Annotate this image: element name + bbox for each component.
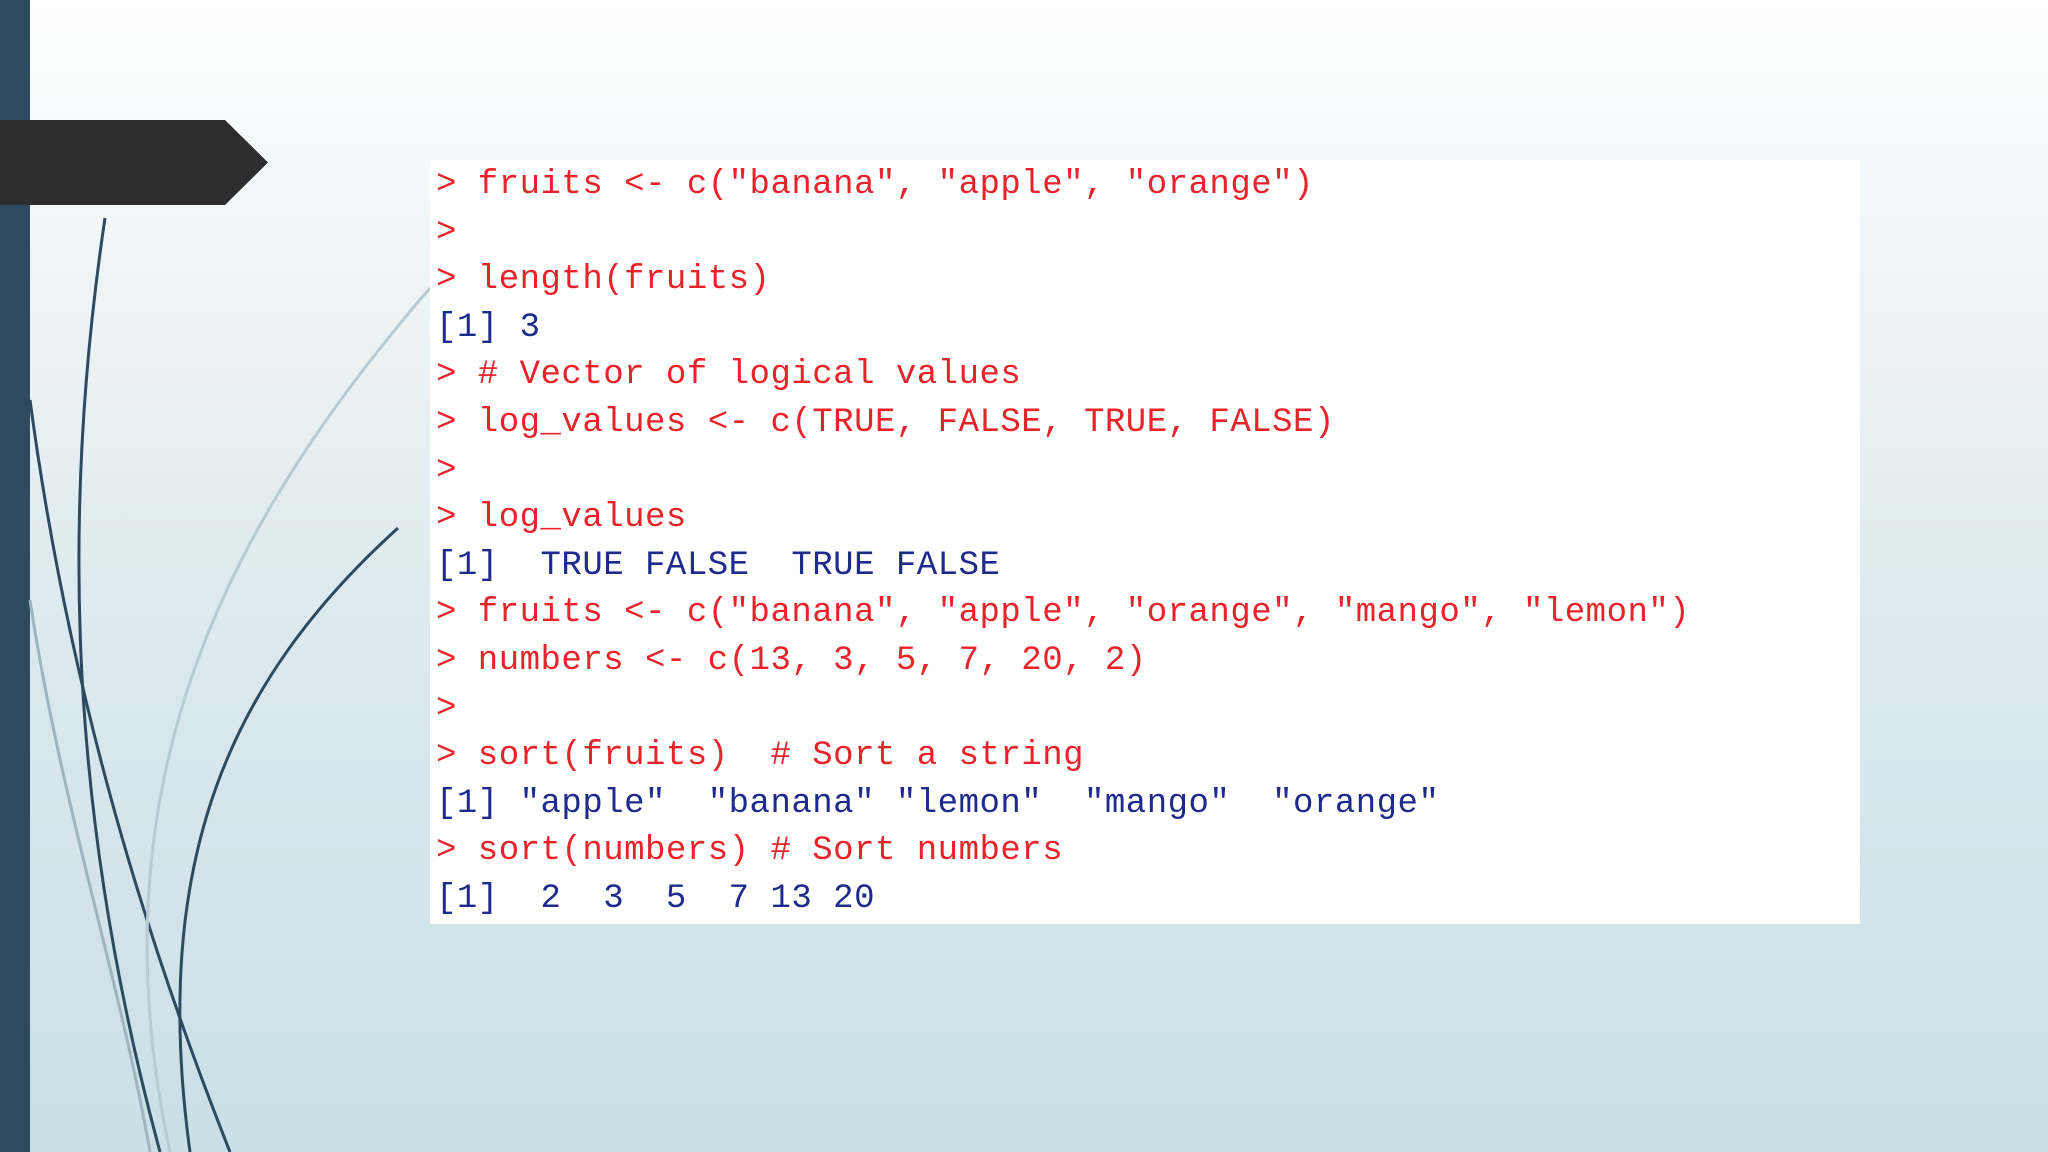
console-input-line: > length(fruits) [436,261,771,300]
console-input-line: > sort(fruits) # Sort a string [436,737,1085,776]
console-input-line: > log_values [436,499,687,538]
console-input-line: > [436,213,457,252]
console-input-line: > log_values <- c(TRUE, FALSE, TRUE, FAL… [436,403,1335,442]
arrow-tab-shape [0,120,268,205]
r-console-output: > fruits <- c("banana", "apple", "orange… [430,160,1860,924]
console-output-line: [1] "apple" "banana" "lemon" "mango" "or… [436,784,1440,823]
console-output-line: [1] 3 [436,308,541,347]
console-output-line: [1] 2 3 5 7 13 20 [436,879,875,918]
console-output-line: [1] TRUE FALSE TRUE FALSE [436,546,1001,585]
console-input-line: > # Vector of logical values [436,356,1022,395]
console-input-line: > [436,451,457,490]
slide: > fruits <- c("banana", "apple", "orange… [0,0,2048,1152]
console-input-line: > sort(numbers) # Sort numbers [436,832,1064,871]
console-input-line: > numbers <- c(13, 3, 5, 7, 20, 2) [436,641,1147,680]
console-input-line: > [436,689,457,728]
console-input-line: > fruits <- c("banana", "apple", "orange… [436,166,1314,204]
console-input-line: > fruits <- c("banana", "apple", "orange… [436,594,1691,633]
